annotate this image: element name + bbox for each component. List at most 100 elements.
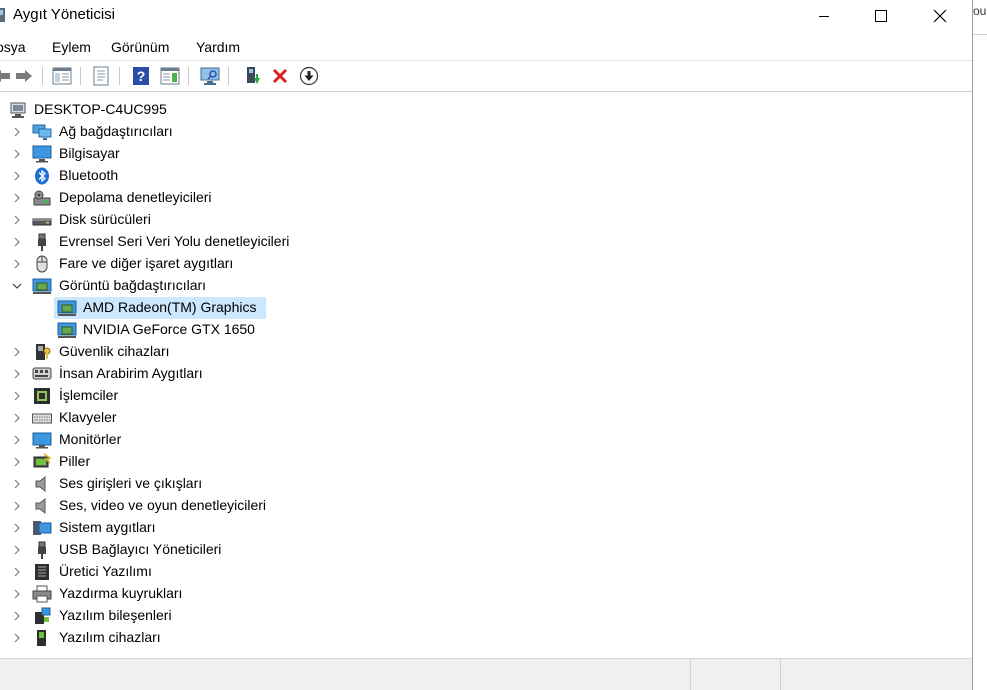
usb-connector-icon bbox=[38, 541, 46, 559]
chevron-right-icon[interactable] bbox=[12, 499, 22, 513]
chevron-right-icon[interactable] bbox=[12, 631, 22, 645]
battery-icon bbox=[33, 453, 52, 468]
chevron-right-icon[interactable] bbox=[12, 169, 22, 183]
tree-category-print-queues[interactable]: Yazdırma kuyrukları bbox=[0, 583, 972, 605]
tree-category-label: Ses, video ve oyun denetleyicileri bbox=[59, 497, 267, 513]
chevron-right-icon[interactable] bbox=[12, 191, 22, 205]
chevron-right-icon[interactable] bbox=[12, 389, 22, 403]
chevron-right-icon[interactable] bbox=[12, 455, 22, 469]
chevron-right-icon[interactable] bbox=[12, 411, 22, 425]
tree-category-usb-controllers[interactable]: Evrensel Seri Veri Yolu denetleyicileri bbox=[0, 231, 972, 253]
tree-category-storage[interactable]: Depolama denetleyicileri bbox=[0, 187, 972, 209]
menu-view[interactable]: Görünüm bbox=[111, 39, 169, 55]
show-hide-console-tree-icon bbox=[52, 67, 72, 85]
tree-category-display-adapters[interactable]: Görüntü bağdaştırıcıları bbox=[0, 275, 972, 297]
tree-category-computer[interactable]: Bilgisayar bbox=[0, 143, 972, 165]
scan-hardware-button[interactable] bbox=[198, 64, 222, 88]
system-device-icon bbox=[33, 521, 52, 535]
disable-device-icon bbox=[299, 66, 319, 86]
help-button[interactable]: ? bbox=[129, 64, 153, 88]
network-adapter-icon bbox=[32, 124, 52, 140]
tree-category-software-components[interactable]: Yazılım bileşenleri bbox=[0, 605, 972, 627]
toolbar-separator bbox=[228, 67, 229, 85]
tree-category-label: Güvenlik cihazları bbox=[59, 343, 170, 359]
title-bar[interactable]: Aygıt Yöneticisi bbox=[0, 0, 972, 32]
properties-button[interactable] bbox=[89, 64, 113, 88]
tree-category-bluetooth[interactable]: Bluetooth bbox=[0, 165, 972, 187]
tree-category-security[interactable]: Güvenlik cihazları bbox=[0, 341, 972, 363]
forward-button[interactable] bbox=[12, 64, 36, 88]
tree-category-label: Depolama denetleyicileri bbox=[59, 189, 212, 205]
tree-category-software-devices[interactable]: Yazılım cihazları bbox=[0, 627, 972, 649]
tree-category-processors[interactable]: İşlemciler bbox=[0, 385, 972, 407]
action-pane-button[interactable] bbox=[158, 64, 182, 88]
show-hide-console-tree-button[interactable] bbox=[50, 64, 74, 88]
mouse-icon bbox=[36, 255, 48, 273]
tree-category-system-devices[interactable]: Sistem aygıtları bbox=[0, 517, 972, 539]
action-pane-icon bbox=[160, 67, 180, 85]
menu-bar: osya Eylem Görünüm Yardım bbox=[0, 36, 972, 58]
tree-category-firmware[interactable]: Üretici Yazılımı bbox=[0, 561, 972, 583]
tree-category-label: Piller bbox=[59, 453, 91, 469]
uninstall-device-button[interactable] bbox=[268, 64, 292, 88]
minimize-button[interactable] bbox=[794, 0, 854, 32]
chevron-right-icon[interactable] bbox=[12, 345, 22, 359]
tree-category-batteries[interactable]: Piller bbox=[0, 451, 972, 473]
uninstall-device-icon bbox=[272, 68, 288, 84]
tree-category-network[interactable]: Ağ bağdaştırıcıları bbox=[0, 121, 972, 143]
chevron-down-icon[interactable] bbox=[12, 279, 22, 293]
toolbar-separator bbox=[42, 67, 43, 85]
chevron-right-icon[interactable] bbox=[12, 367, 22, 381]
tree-category-hid[interactable]: İnsan Arabirim Aygıtları bbox=[0, 363, 972, 385]
forward-arrow-icon bbox=[16, 70, 32, 82]
tree-category-sound-controllers[interactable]: Ses, video ve oyun denetleyicileri bbox=[0, 495, 972, 517]
tree-category-label: Yazdırma kuyrukları bbox=[59, 585, 183, 601]
software-device-icon bbox=[37, 630, 46, 646]
maximize-button[interactable] bbox=[851, 0, 911, 32]
firmware-icon bbox=[35, 564, 49, 580]
keyboard-icon bbox=[32, 413, 52, 424]
update-driver-button[interactable] bbox=[240, 64, 264, 88]
chevron-right-icon[interactable] bbox=[12, 235, 22, 249]
chevron-right-icon[interactable] bbox=[12, 609, 22, 623]
tree-category-monitors[interactable]: Monitörler bbox=[0, 429, 972, 451]
bluetooth-icon bbox=[35, 167, 49, 185]
window-title: Aygıt Yöneticisi bbox=[13, 6, 116, 23]
tree-category-usb-connector[interactable]: USB Bağlayıcı Yöneticileri bbox=[0, 539, 972, 561]
scan-hardware-icon bbox=[200, 67, 220, 85]
chevron-right-icon[interactable] bbox=[12, 587, 22, 601]
chevron-right-icon[interactable] bbox=[12, 543, 22, 557]
tree-category-keyboards[interactable]: Klavyeler bbox=[0, 407, 972, 429]
computer-root-icon bbox=[10, 102, 26, 118]
update-driver-icon bbox=[247, 67, 260, 84]
tree-category-label: Bluetooth bbox=[59, 167, 119, 183]
menu-file[interactable]: osya bbox=[0, 39, 26, 55]
chevron-right-icon[interactable] bbox=[12, 521, 22, 535]
security-device-icon bbox=[36, 344, 51, 360]
chevron-right-icon[interactable] bbox=[12, 147, 22, 161]
chevron-right-icon[interactable] bbox=[12, 433, 22, 447]
tree-category-label: Monitörler bbox=[59, 431, 122, 447]
tree-device-nvidia-geforce[interactable]: NVIDIA GeForce GTX 1650 bbox=[0, 319, 972, 341]
chevron-right-icon[interactable] bbox=[12, 565, 22, 579]
menu-help[interactable]: Yardım bbox=[196, 39, 240, 55]
maximize-icon bbox=[875, 10, 887, 22]
device-manager-window: Aygıt Yöneticisi osya Eylem Görünüm Yard… bbox=[0, 0, 973, 690]
tree-category-disk[interactable]: Disk sürücüleri bbox=[0, 209, 972, 231]
disable-device-button[interactable] bbox=[297, 64, 321, 88]
tree-device-amd-radeon[interactable]: AMD Radeon(TM) Graphics bbox=[0, 297, 972, 319]
close-button[interactable] bbox=[910, 0, 970, 32]
tree-category-label: Klavyeler bbox=[59, 409, 117, 425]
tree-category-mouse[interactable]: Fare ve diğer işaret aygıtları bbox=[0, 253, 972, 275]
device-tree[interactable]: DESKTOP-C4UC995 Ağ bağdaştırıcıları Bilg… bbox=[0, 98, 972, 658]
chevron-right-icon[interactable] bbox=[12, 125, 22, 139]
chevron-right-icon[interactable] bbox=[12, 257, 22, 271]
chevron-right-icon[interactable] bbox=[12, 213, 22, 227]
tree-category-audio-io[interactable]: Ses girişleri ve çıkışları bbox=[0, 473, 972, 495]
chevron-right-icon[interactable] bbox=[12, 477, 22, 491]
display-adapter-icon bbox=[32, 278, 52, 294]
monitor-icon bbox=[32, 432, 52, 449]
menu-action[interactable]: Eylem bbox=[52, 39, 91, 55]
status-bar bbox=[0, 658, 972, 690]
tree-root[interactable]: DESKTOP-C4UC995 bbox=[0, 99, 972, 121]
